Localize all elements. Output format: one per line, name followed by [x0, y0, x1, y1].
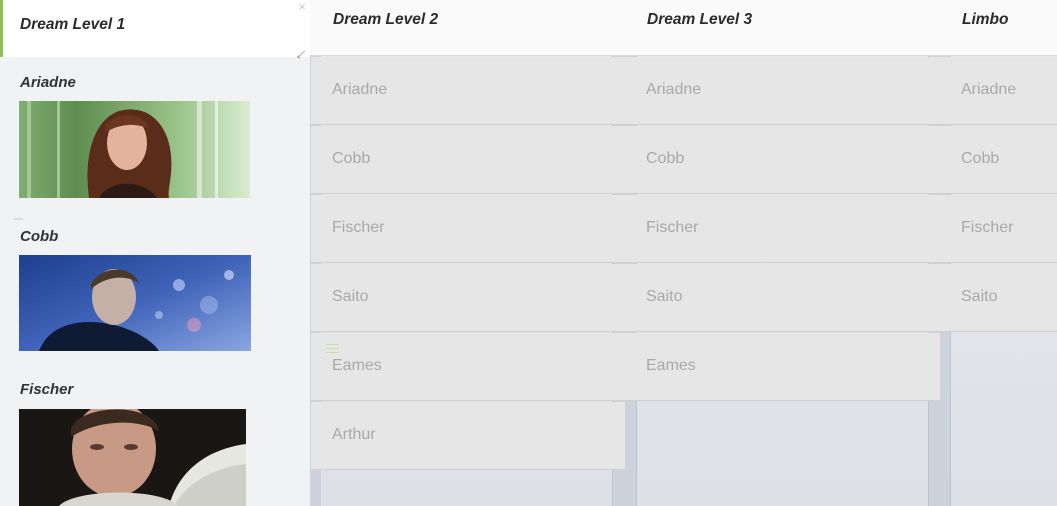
panel-header[interactable]: Dream Level 1 × [0, 0, 310, 57]
column-title-dream-level-3[interactable]: Dream Level 3 [647, 11, 752, 29]
ariadne-photo [19, 101, 250, 198]
divider [14, 218, 23, 220]
board: Dream Level 2 Dream Level 3 Limbo Ariadn… [0, 0, 1057, 506]
drag-handle-icon[interactable] [326, 344, 339, 354]
cell-dream-level-3: Fischer [646, 219, 699, 236]
cell-limbo: Fischer [961, 219, 1014, 236]
table-row[interactable]: Cobb Cobb Cobb [311, 126, 1057, 194]
table-row[interactable]: Fischer Fischer Fischer [311, 195, 1057, 263]
cell-dream-level-2: Saito [332, 288, 369, 305]
cell-dream-level-2: Cobb [332, 150, 371, 167]
cell-limbo: Saito [961, 288, 998, 305]
cell-limbo: Ariadne [961, 81, 1017, 98]
fischer-photo [19, 409, 246, 506]
table-row[interactable]: Eames Eames [311, 333, 940, 401]
cell-dream-level-3: Cobb [646, 150, 685, 167]
character-name-fischer: Fischer [20, 381, 74, 398]
cobb-photo [19, 255, 251, 351]
panel-title[interactable]: Dream Level 1 [20, 16, 125, 34]
dream-level-1-panel: Dream Level 1 × Ariadne Cobb Fischer [0, 0, 310, 506]
cell-dream-level-2: Arthur [332, 426, 376, 443]
cell-dream-level-3: Eames [646, 357, 696, 374]
character-name-cobb: Cobb [20, 228, 59, 245]
column-title-dream-level-2[interactable]: Dream Level 2 [333, 11, 438, 29]
cell-dream-level-2: Ariadne [332, 81, 388, 98]
cell-dream-level-2: Eames [332, 357, 382, 374]
cell-dream-level-2: Fischer [332, 219, 385, 236]
close-icon[interactable]: × [298, 0, 306, 14]
character-name-ariadne: Ariadne [20, 74, 76, 91]
table-row[interactable]: Ariadne Ariadne Ariadne [311, 57, 1057, 125]
edit-icon[interactable] [298, 50, 306, 57]
table-row[interactable]: Arthur [311, 402, 625, 470]
cell-dream-level-3: Ariadne [646, 81, 702, 98]
column-header-bar: Dream Level 2 Dream Level 3 Limbo [310, 0, 1057, 56]
cell-limbo: Cobb [961, 150, 1000, 167]
cell-dream-level-3: Saito [646, 288, 683, 305]
table-row[interactable]: Saito Saito Saito [311, 264, 1057, 332]
column-title-limbo[interactable]: Limbo [962, 11, 1009, 29]
